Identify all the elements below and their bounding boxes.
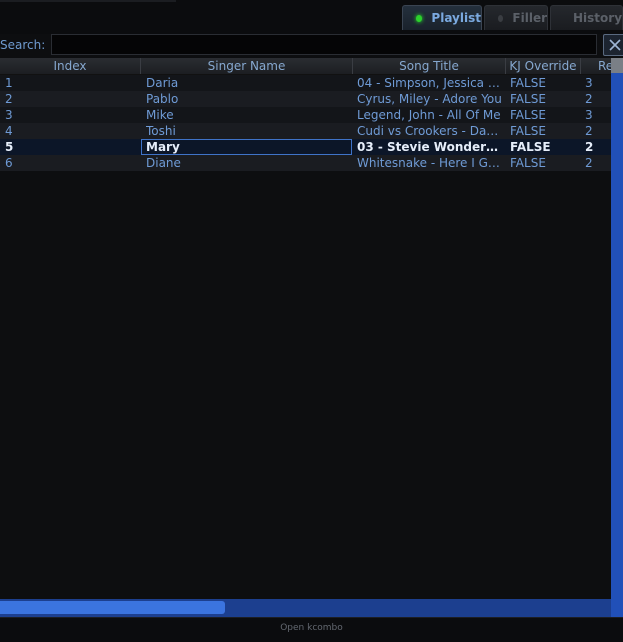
table-row[interactable]: 1 Daria 04 - Simpson, Jessica - ... FALS…	[0, 75, 611, 91]
table-row[interactable]: 3 Mike Legend, John - All Of Me FALSE 3	[0, 107, 611, 123]
column-header-song[interactable]: Song Title	[353, 58, 506, 74]
cell-kj-override: FALSE	[510, 108, 546, 122]
playlist-led-icon	[416, 14, 423, 22]
cell-singer: Toshi	[146, 124, 176, 138]
cell-song: 04 - Simpson, Jessica - ...	[357, 76, 502, 90]
search-label: Search:	[0, 38, 46, 52]
cell-song: Cudi vs Crookers - Day ...	[357, 124, 502, 138]
clear-search-button[interactable]	[603, 34, 623, 56]
vertical-scrollbar[interactable]	[611, 58, 623, 599]
cell-kj-override: FALSE	[510, 156, 546, 170]
cell-singer: Diane	[146, 156, 181, 170]
tab-playlist-label: Playlist	[431, 11, 481, 25]
horizontal-scrollbar-thumb[interactable]	[0, 601, 225, 614]
column-header-index[interactable]: Index	[0, 58, 141, 74]
tab-history-label: History	[573, 11, 623, 25]
cell-re: 2	[585, 92, 593, 106]
search-input[interactable]	[51, 34, 597, 55]
cell-kj-override: FALSE	[510, 140, 551, 154]
top-divider	[0, 0, 176, 2]
cell-index: 3	[5, 108, 13, 122]
tab-filler-label: Filler	[512, 11, 547, 25]
cell-song: Cyrus, Miley - Adore You	[357, 92, 502, 106]
cell-index: 6	[5, 156, 13, 170]
table-row[interactable]: 6 Diane Whitesnake - Here I Go ... FALSE…	[0, 155, 611, 171]
cell-re: 2	[585, 124, 593, 138]
cell-index: 2	[5, 92, 13, 106]
tab-playlist[interactable]: Playlist	[402, 5, 482, 30]
cell-song: Legend, John - All Of Me	[357, 108, 501, 122]
cell-index: 4	[5, 124, 13, 138]
table-row[interactable]: 2 Pablo Cyrus, Miley - Adore You FALSE 2	[0, 91, 611, 107]
column-header-singer[interactable]: Singer Name	[141, 58, 353, 74]
status-bar: Open kcombo	[0, 617, 623, 642]
cell-kj-override: FALSE	[510, 92, 546, 106]
cell-re: 3	[585, 108, 593, 122]
cell-singer: Pablo	[146, 92, 179, 106]
cell-song: Whitesnake - Here I Go ...	[357, 156, 502, 170]
cell-re: 2	[585, 156, 593, 170]
cell-song: 03 - Stevie Wonder - Si...	[357, 140, 502, 154]
cell-re: 3	[585, 76, 593, 90]
tab-history[interactable]: History	[550, 5, 623, 30]
cell-singer[interactable]: Mary	[146, 139, 350, 155]
scrollbar-corner	[611, 599, 623, 617]
cell-singer: Mike	[146, 108, 174, 122]
cell-kj-override: FALSE	[510, 76, 546, 90]
vertical-scrollbar-thumb[interactable]	[611, 58, 623, 73]
cell-kj-override: FALSE	[510, 124, 546, 138]
status-text: Open kcombo	[280, 623, 343, 633]
cell-singer: Daria	[146, 76, 179, 90]
cell-re: 2	[585, 140, 594, 154]
cell-index: 5	[5, 140, 14, 154]
tab-filler[interactable]: Filler	[484, 5, 548, 30]
table-row[interactable]: 4 Toshi Cudi vs Crookers - Day ... FALSE…	[0, 123, 611, 139]
table-row-selected[interactable]: 5 Mary 03 - Stevie Wonder - Si... FALSE …	[0, 139, 611, 155]
cell-index: 1	[5, 76, 13, 90]
column-header-re[interactable]: Re	[581, 58, 611, 74]
table-header: Index Singer Name Song Title KJ Override…	[0, 58, 611, 75]
filler-led-icon	[498, 14, 504, 22]
column-header-kj-override[interactable]: KJ Override	[506, 58, 581, 74]
close-icon	[609, 39, 621, 51]
